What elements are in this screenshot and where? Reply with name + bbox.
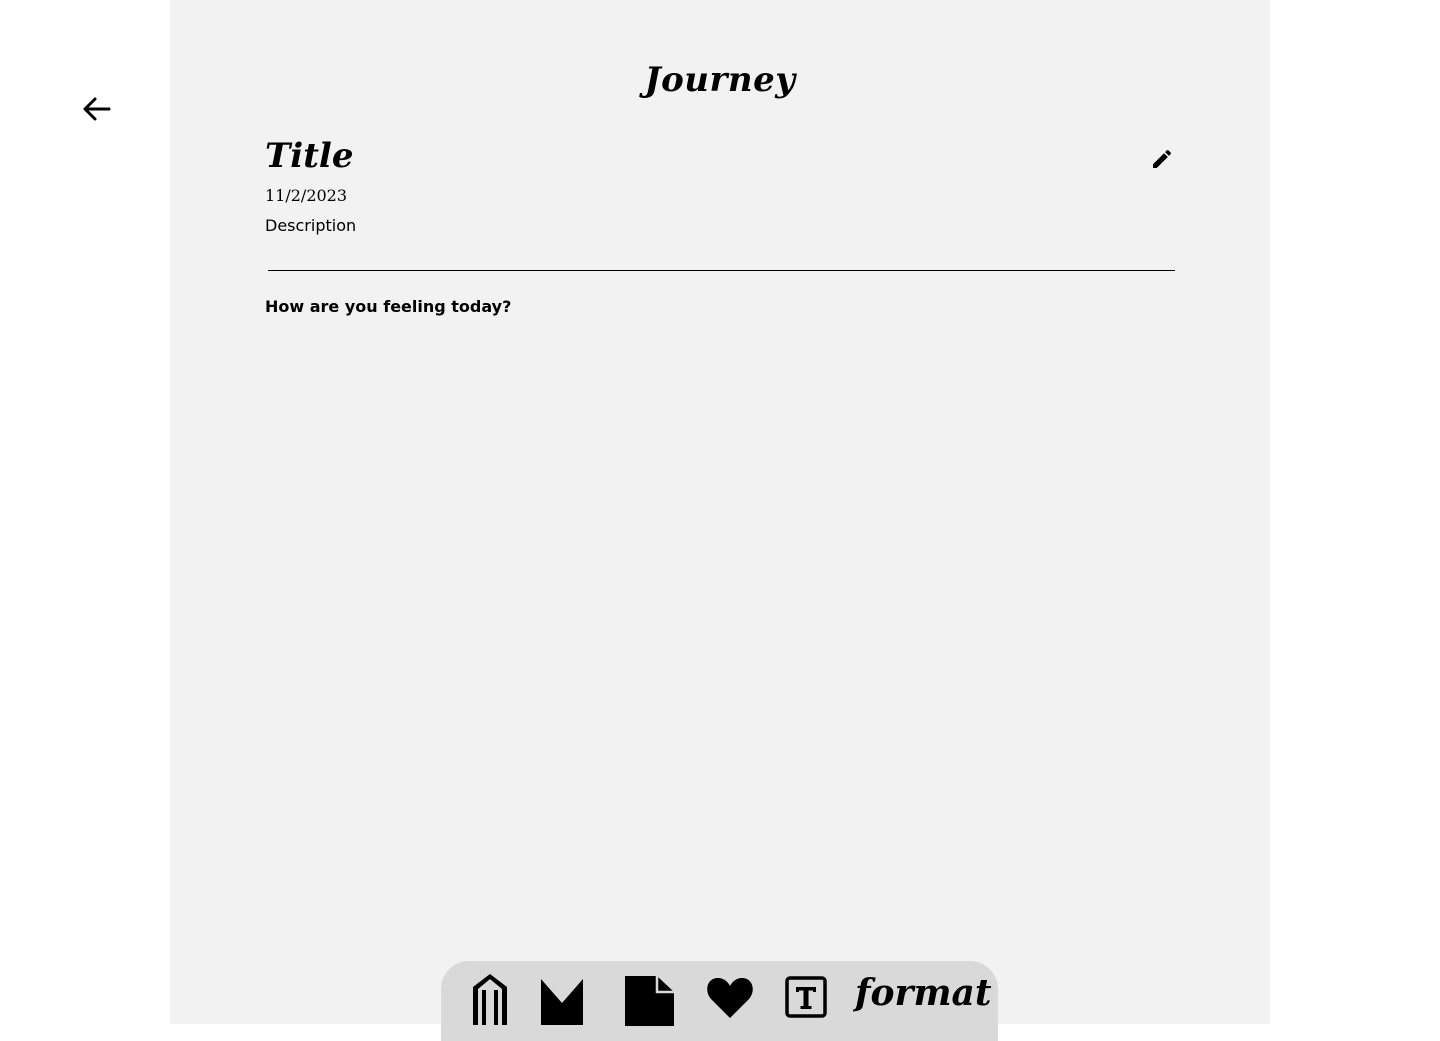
format-button[interactable]: format — [855, 971, 992, 1015]
bookmark-icon — [541, 979, 583, 1025]
pencil-icon — [1153, 149, 1172, 168]
document-tool-button[interactable] — [622, 976, 676, 1026]
entry-date: 11/2/2023 — [265, 186, 348, 205]
feeling-prompt: How are you feeling today? — [265, 297, 512, 316]
divider — [268, 270, 1175, 271]
text-tool-button[interactable] — [785, 976, 827, 1018]
back-button[interactable] — [80, 92, 114, 126]
bottom-toolbar: format — [441, 961, 998, 1041]
entry-description[interactable]: Description — [265, 216, 356, 235]
journal-panel: Journey Title 11/2/2023 Description How … — [170, 0, 1270, 1041]
pen-tool-button[interactable] — [469, 973, 511, 1025]
arrow-left-icon — [83, 97, 111, 121]
text-box-icon — [785, 976, 827, 1018]
edit-entry-button[interactable] — [1150, 147, 1174, 171]
heart-icon — [707, 978, 753, 1018]
bookmark-tool-button[interactable] — [539, 979, 587, 1025]
heart-tool-button[interactable] — [706, 976, 754, 1020]
app-title: Journey — [644, 60, 796, 100]
entry-title: Title — [265, 136, 354, 176]
document-icon — [625, 976, 674, 1026]
pen-icon — [473, 974, 507, 1025]
